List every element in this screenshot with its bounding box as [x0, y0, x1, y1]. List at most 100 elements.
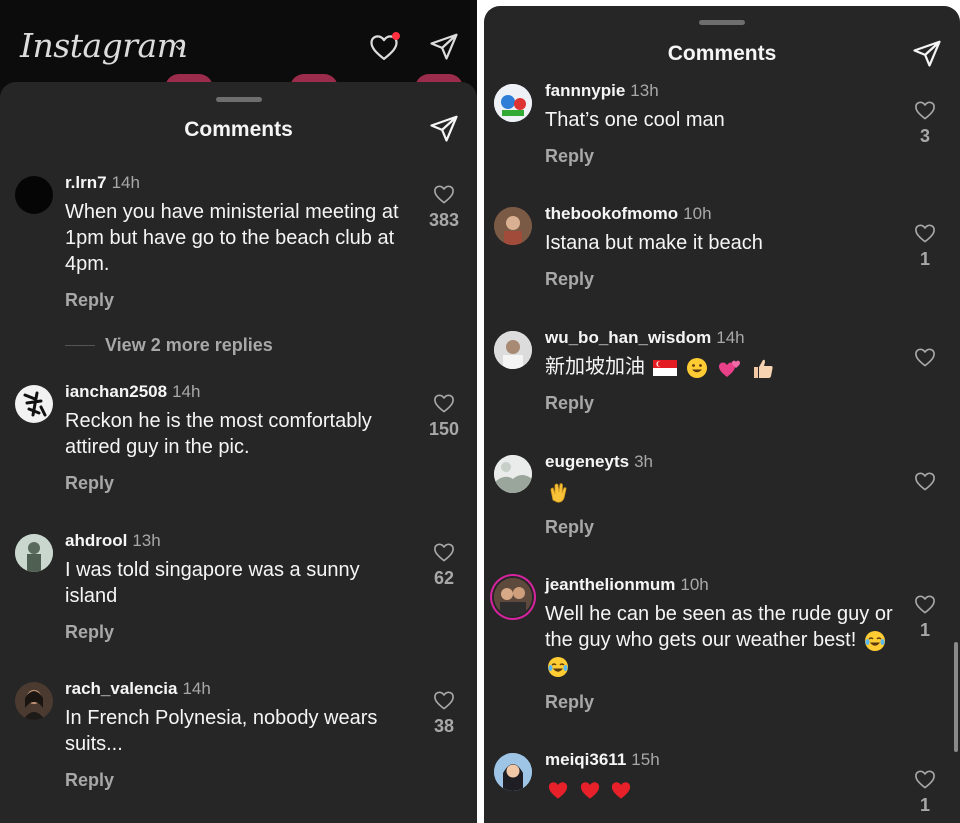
comment-time: 14h — [172, 382, 201, 401]
left-screenshot: Instagram ⌄ Comments r.lrn7 14h When you … — [0, 0, 477, 823]
scrollbar[interactable] — [954, 642, 958, 752]
comment-text: Istana but make it beach — [545, 232, 763, 254]
like-heart-icon[interactable] — [433, 393, 455, 413]
comment-time: 14h — [716, 328, 745, 347]
like-control[interactable]: 62 — [424, 538, 464, 589]
like-heart-icon[interactable] — [914, 223, 936, 243]
share-send-icon[interactable] — [429, 113, 459, 143]
reply-button[interactable]: Reply — [65, 473, 415, 494]
comment-text: When you have ministerial meeting at 1pm… — [65, 201, 399, 275]
calligraphy-avatar-image — [23, 391, 47, 417]
comment-username[interactable]: fannnypie — [545, 81, 625, 100]
like-count: 1 — [919, 795, 930, 815]
comment-username[interactable]: rach_valencia — [65, 679, 177, 698]
comment-username[interactable]: ianchan2508 — [65, 382, 167, 401]
avatar[interactable] — [494, 578, 532, 616]
comment-time: 13h — [132, 531, 161, 550]
reply-button[interactable]: Reply — [545, 269, 895, 290]
comment-time: 10h — [683, 204, 712, 223]
avatar[interactable] — [15, 534, 53, 572]
view-more-replies-label: View 2 more replies — [105, 335, 273, 355]
reply-button[interactable]: Reply — [65, 290, 415, 311]
like-control[interactable]: 1 — [905, 590, 945, 641]
like-heart-icon[interactable] — [914, 769, 936, 789]
comment-username[interactable]: thebookofmomo — [545, 204, 678, 223]
avatar[interactable] — [15, 176, 53, 214]
reply-button[interactable]: Reply — [65, 622, 415, 643]
instagram-logo[interactable]: Instagram — [20, 26, 188, 65]
direct-send-icon[interactable] — [429, 31, 459, 61]
two-hearts-icon — [718, 360, 740, 377]
comment-text: Reckon he is the most comfortably attire… — [65, 410, 372, 458]
person-photo-avatar-image — [494, 207, 532, 245]
reply-button[interactable]: Reply — [545, 146, 895, 167]
like-count: 3 — [919, 126, 930, 146]
right-screenshot: Comments fannnypie 13h That’s one cool ma… — [484, 0, 960, 823]
reply-button[interactable]: Reply — [545, 517, 895, 538]
like-control[interactable]: 38 — [424, 686, 464, 737]
share-send-icon[interactable] — [912, 38, 942, 68]
clapping-hands-icon — [550, 482, 567, 503]
comment-text: Well he can be seen as the rude guy or t… — [545, 603, 893, 651]
chevron-down-icon[interactable]: ⌄ — [172, 34, 187, 55]
avatar[interactable] — [494, 455, 532, 493]
avatar[interactable] — [494, 84, 532, 122]
divider-line — [65, 345, 95, 346]
view-more-replies-button[interactable]: View 2 more replies — [65, 335, 273, 356]
grinning-face-icon — [687, 357, 708, 378]
like-control[interactable]: 150 — [424, 389, 464, 440]
red-heart-icon — [548, 781, 568, 799]
comment-username[interactable]: wu_bo_han_wisdom — [545, 328, 711, 347]
like-count: 383 — [428, 210, 460, 230]
comment-time: 13h — [630, 81, 659, 100]
comment-text: I was told singapore was a sunny island — [65, 559, 360, 607]
person-photo-avatar-image — [494, 753, 532, 791]
avatar[interactable] — [494, 753, 532, 791]
person-photo-avatar-image — [494, 331, 532, 369]
person-photo-avatar-image — [15, 682, 53, 720]
comment-username[interactable]: ahdrool — [65, 531, 127, 550]
comment-username[interactable]: meiqi3611 — [545, 750, 626, 769]
like-control[interactable] — [905, 343, 945, 367]
sheet-title: Comments — [667, 42, 777, 65]
like-count: 38 — [433, 716, 455, 736]
reply-button[interactable]: Reply — [545, 692, 895, 713]
like-heart-icon[interactable] — [914, 100, 936, 120]
avatar[interactable] — [494, 331, 532, 369]
avatar[interactable] — [15, 385, 53, 423]
comment-text-row — [545, 776, 895, 802]
panel-divider — [477, 0, 484, 823]
notification-dot — [392, 32, 400, 40]
like-count: 1 — [919, 249, 930, 269]
like-control[interactable]: 1 — [905, 219, 945, 270]
like-control[interactable]: 383 — [424, 180, 464, 231]
person-photo-avatar-image — [15, 534, 53, 572]
comment-text: That’s one cool man — [545, 109, 725, 131]
sheet-grabber[interactable] — [215, 97, 262, 102]
like-heart-icon[interactable] — [433, 542, 455, 562]
like-control[interactable] — [905, 467, 945, 491]
like-heart-icon[interactable] — [914, 471, 936, 491]
like-control[interactable]: 3 — [905, 96, 945, 147]
thumbs-up-icon — [754, 359, 773, 378]
like-heart-icon[interactable] — [914, 347, 936, 367]
like-heart-icon[interactable] — [433, 690, 455, 710]
like-count: 62 — [433, 568, 455, 588]
avatar[interactable] — [15, 682, 53, 720]
sheet-grabber[interactable] — [699, 20, 745, 25]
like-heart-icon[interactable] — [433, 184, 455, 204]
singapore-flag-icon — [652, 359, 677, 376]
avatar[interactable] — [494, 207, 532, 245]
comment-username[interactable]: r.lrn7 — [65, 173, 107, 192]
reply-button[interactable]: Reply — [65, 770, 415, 791]
comment-text: In French Polynesia, nobody wears suits.… — [65, 707, 378, 755]
like-control[interactable]: 1 — [905, 765, 945, 816]
comment-username[interactable]: eugeneyts — [545, 452, 629, 471]
comment-time: 3h — [634, 452, 654, 471]
like-count: 1 — [919, 620, 930, 640]
couple-photo-avatar-image — [494, 578, 532, 616]
comment-username[interactable]: jeanthelionmum — [545, 575, 675, 594]
reply-button[interactable]: Reply — [545, 393, 895, 414]
like-heart-icon[interactable] — [914, 594, 936, 614]
red-heart-icon — [580, 781, 599, 799]
